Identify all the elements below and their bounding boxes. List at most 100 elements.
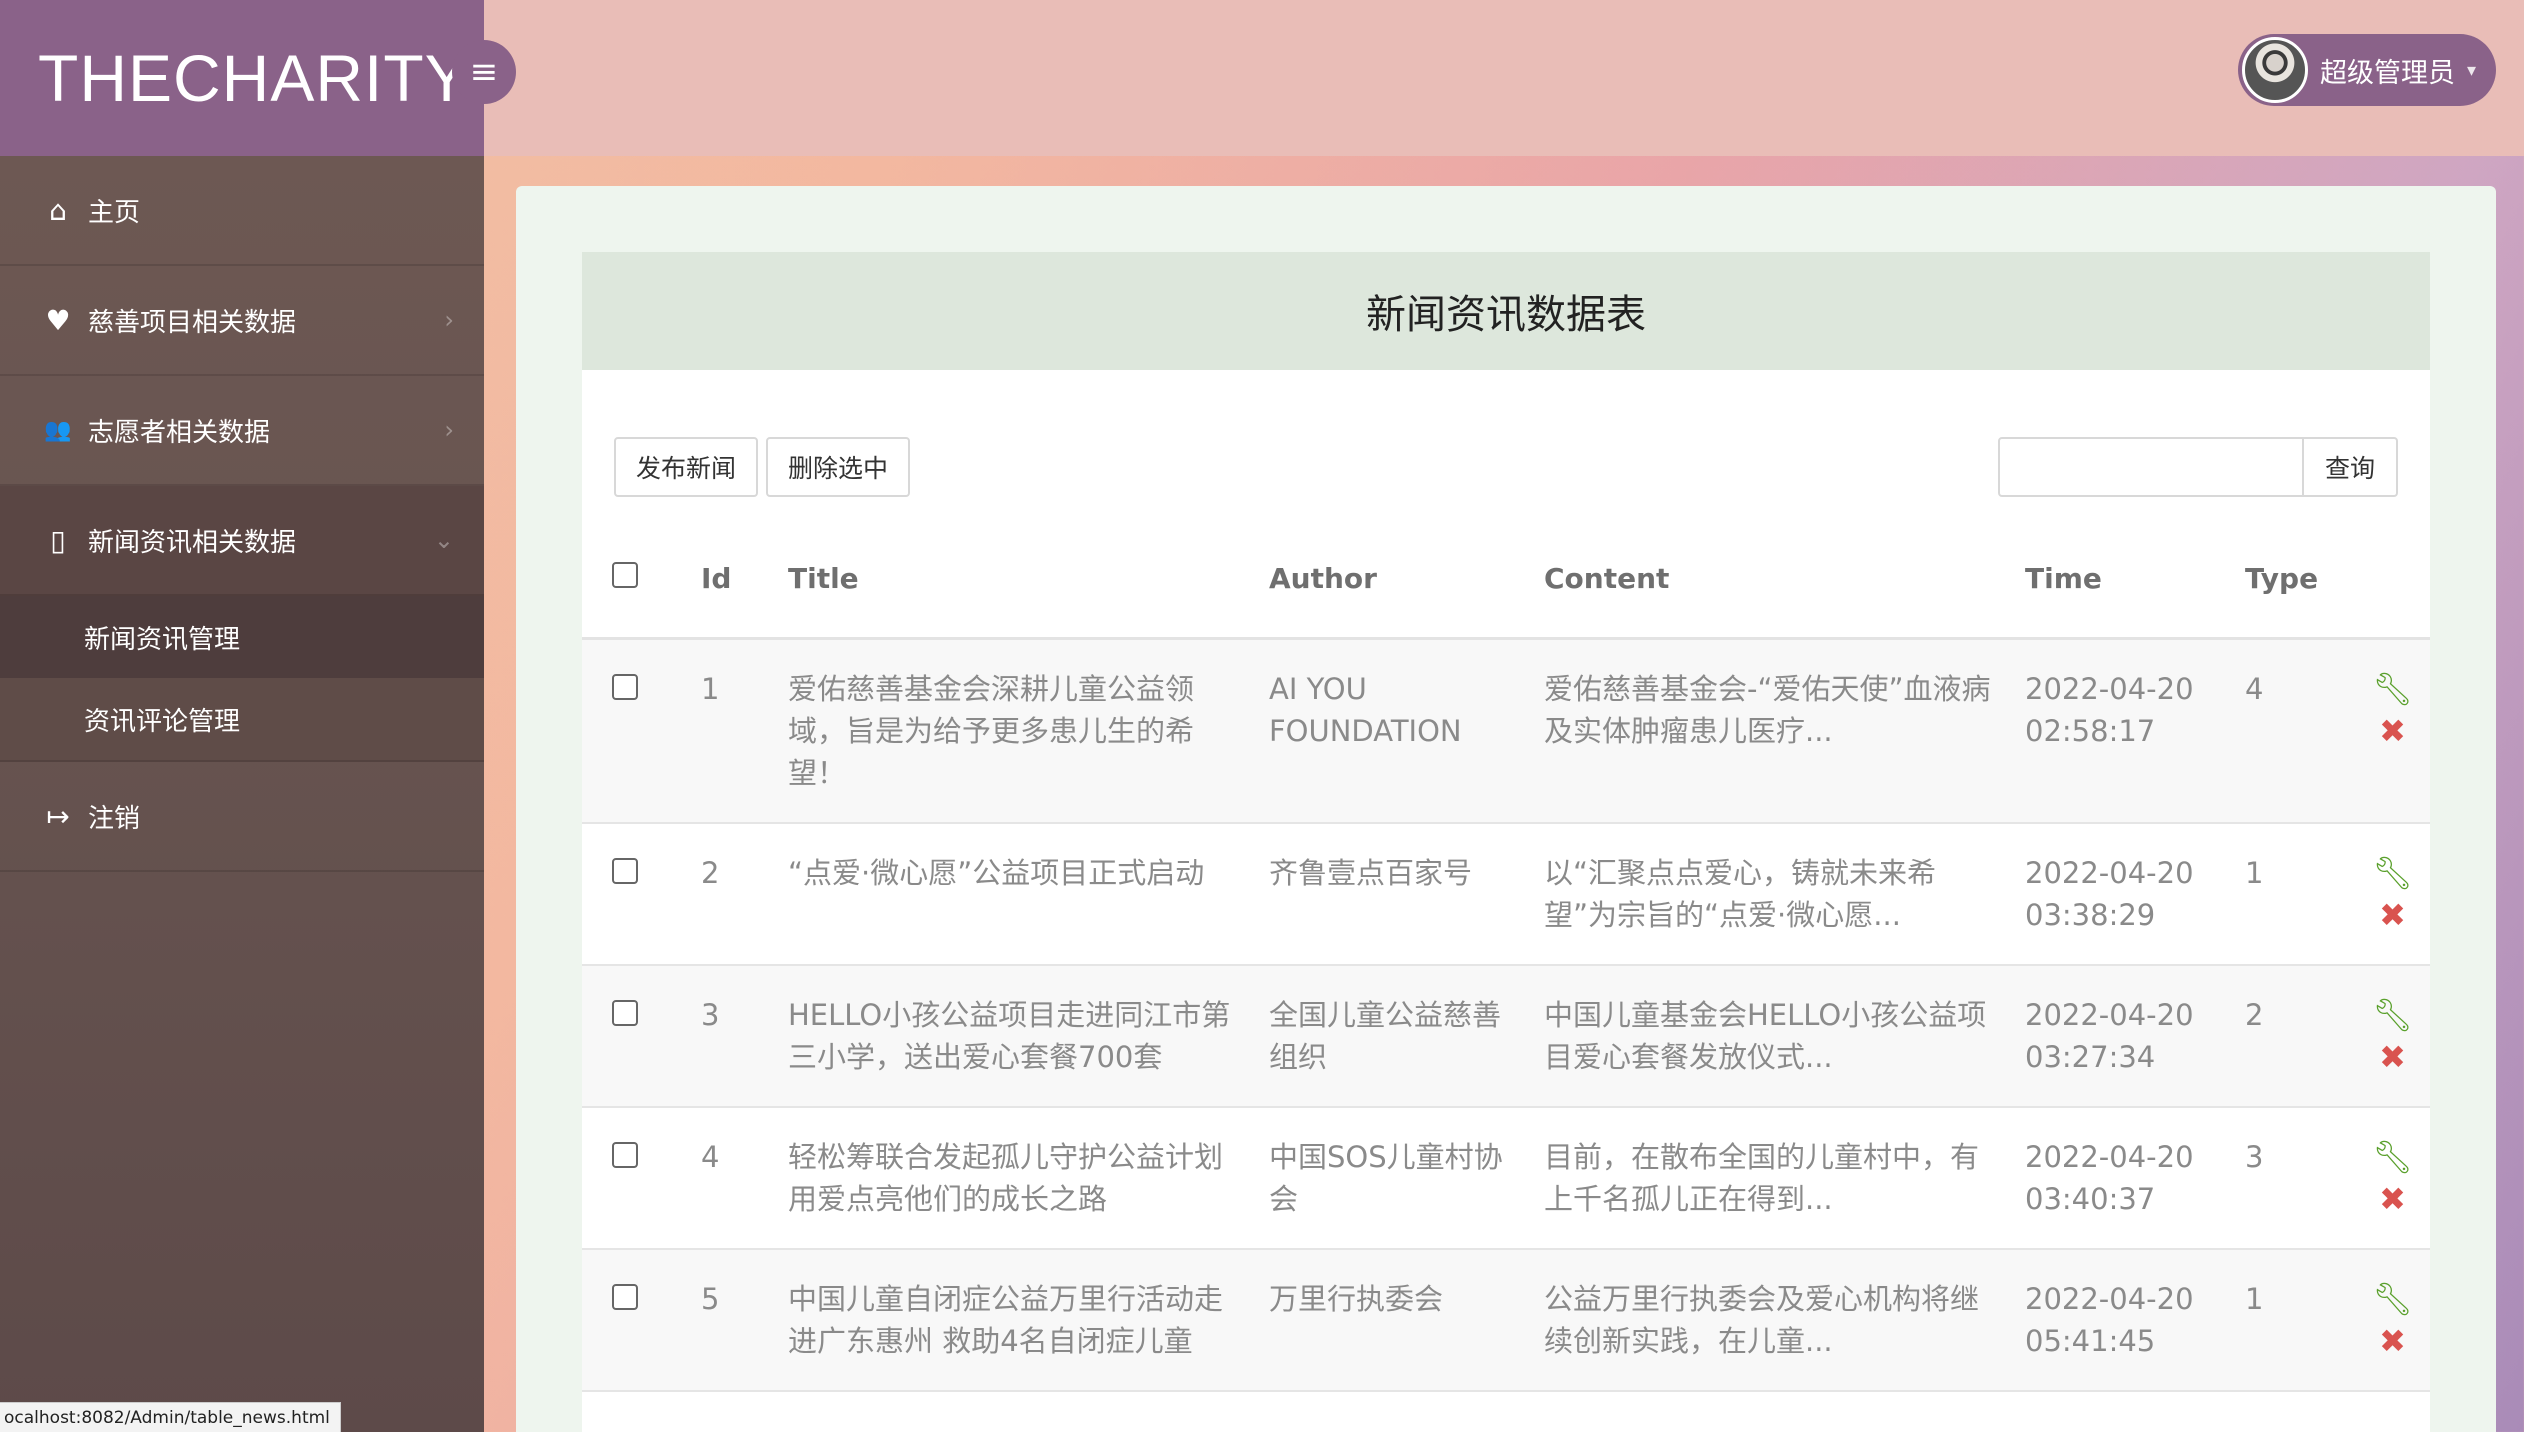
cell-content: 以“汇聚点点爱心，铸就未来希望”为宗旨的“点爱·微心愿... [1544,855,1937,932]
row-checkbox[interactable] [612,1141,638,1168]
sidebar-item-label: 注销 [88,803,141,834]
cell-title: HELLO小孩公益项目走进同江市第三小学，送出爱心套餐700套 [788,964,1269,1108]
delete-x-icon[interactable]: ✖ [2379,894,2406,936]
cell-type: 3 [2245,1106,2355,1250]
users-icon: 👥 [44,417,72,443]
column-header-content[interactable]: Content [1544,520,2025,640]
sidebar-item-label: 志愿者相关数据 [88,417,271,448]
cell-author: AI YOU FOUNDATION [1269,638,1544,824]
cell-type: 2 [2245,964,2355,1108]
table-row: 3 HELLO小孩公益项目走进同江市第三小学，送出爱心套餐700套 全国儿童公益… [582,964,2430,1108]
cell-clock: 03:27:34 [2025,1039,2156,1074]
content-card: 新闻资讯数据表 发布新闻 删除选中 查询 Id Title Author Con… [516,186,2496,1432]
menu-toggle-icon[interactable]: ≡ [452,40,516,104]
cell-type: 1 [2245,822,2355,966]
column-header-type[interactable]: Type [2245,520,2355,640]
chevron-right-icon: › [444,416,454,444]
sidebar-subitem-news-management[interactable]: 新闻资讯管理 [0,596,484,678]
row-checkbox[interactable] [612,1283,638,1310]
edit-wrench-icon[interactable]: 🔧︎ [2372,1136,2413,1178]
caret-down-icon: ▾ [2467,59,2477,81]
brand-logo[interactable]: THECHARITY [0,0,484,156]
cell-title: 中国儿童自闭症公益万里行活动走进广东惠州 救助4名自闭症儿童 [788,1248,1269,1392]
cell-author: 万里行执委会 [1269,1248,1544,1392]
cell-id: 3 [701,964,788,1108]
cell-type: 4 [2245,638,2355,824]
page-title: 新闻资讯数据表 [582,252,2430,370]
heart-icon: ♥ [45,303,71,337]
table-row: 4 轻松筹联合发起孤儿守护公益计划 用爱点亮他们的成长之路 中国SOS儿童村协会… [582,1106,2430,1250]
chevron-right-icon: › [444,306,454,334]
sidebar-item-charity-projects[interactable]: ♥ 慈善项目相关数据 › [0,266,484,376]
sidebar-item-label: 主页 [88,197,141,228]
delete-selected-button[interactable]: 删除选中 [766,437,911,497]
cell-date: 2022-04-20 [2025,997,2194,1032]
cell-type: 1 [2245,1248,2355,1392]
cell-content: 中国儿童基金会HELLO小孩公益项目爱心套餐发放仪式... [1544,997,1987,1074]
chevron-down-icon: ⌄ [433,526,454,554]
cell-clock: 03:38:29 [2025,897,2156,932]
sidebar-item-volunteers[interactable]: 👥 志愿者相关数据 › [0,376,484,486]
table-row: 5 中国儿童自闭症公益万里行活动走进广东惠州 救助4名自闭症儿童 万里行执委会 … [582,1248,2430,1392]
sidebar-subitem-label: 新闻资讯管理 [84,624,241,655]
home-icon: ⌂ [49,193,67,227]
table-toolbar: 发布新闻 删除选中 查询 [582,370,2430,520]
publish-news-button[interactable]: 发布新闻 [614,437,759,497]
tablet-icon: ▯ [50,523,66,557]
table-row: 2 “点爱·微心愿”公益项目正式启动 齐鲁壹点百家号 以“汇聚点点爱心，铸就未来… [582,822,2430,966]
cell-date: 2022-04-20 [2025,1281,2194,1316]
sidebar-subitem-label: 资讯评论管理 [84,706,241,737]
sidebar-item-label: 慈善项目相关数据 [88,307,297,338]
edit-wrench-icon[interactable]: 🔧︎ [2372,668,2413,710]
search-button[interactable]: 查询 [2302,437,2398,497]
top-header: 超级管理员 ▾ [484,0,2524,156]
user-menu[interactable]: 超级管理员 ▾ [2238,34,2496,106]
cell-clock: 05:41:45 [2025,1323,2156,1358]
sidebar-item-label: 新闻资讯相关数据 [88,527,297,558]
sidebar-subitem-comment-management[interactable]: 资讯评论管理 [0,678,484,760]
cell-id: 2 [701,822,788,966]
cell-clock: 02:58:17 [2025,713,2156,748]
sign-out-icon: ↦ [46,799,70,833]
user-name: 超级管理员 [2320,57,2455,89]
cell-id: 5 [701,1248,788,1392]
sidebar-item-logout[interactable]: ↦ 注销 [0,762,484,872]
row-checkbox[interactable] [612,673,638,700]
cell-date: 2022-04-20 [2025,1139,2194,1174]
table-panel: 新闻资讯数据表 发布新闻 删除选中 查询 Id Title Author Con… [582,252,2430,1432]
status-bar-url: ocalhost:8082/Admin/table_news.html [0,1402,341,1432]
delete-x-icon[interactable]: ✖ [2379,1178,2406,1220]
cell-date: 2022-04-20 [2025,855,2194,890]
delete-x-icon[interactable]: ✖ [2379,710,2406,752]
cell-title: 爱佑慈善基金会深耕儿童公益领域，旨是为给予更多患儿生的希望！ [788,638,1269,824]
edit-wrench-icon[interactable]: 🔧︎ [2372,994,2413,1036]
column-header-id[interactable]: Id [701,520,788,640]
select-all-checkbox[interactable] [612,561,638,588]
sidebar-item-news[interactable]: ▯ 新闻资讯相关数据 ⌄ [0,486,484,596]
search-input[interactable] [1998,437,2304,497]
delete-x-icon[interactable]: ✖ [2379,1036,2406,1078]
cell-title: 轻松筹联合发起孤儿守护公益计划 用爱点亮他们的成长之路 [788,1106,1269,1250]
news-table: Id Title Author Content Time Type 1 爱佑慈善… [582,520,2430,1392]
delete-x-icon[interactable]: ✖ [2379,1320,2406,1362]
cell-date: 2022-04-20 [2025,671,2194,706]
cell-content: 爱佑慈善基金会-“爱佑天使”血液病及实体肿瘤患儿医疗... [1544,671,1991,748]
cell-author: 齐鲁壹点百家号 [1269,822,1544,966]
table-row: 1 爱佑慈善基金会深耕儿童公益领域，旨是为给予更多患儿生的希望！ AI YOU … [582,638,2430,824]
sidebar-submenu: 新闻资讯管理 资讯评论管理 [0,596,484,762]
edit-wrench-icon[interactable]: 🔧︎ [2372,1278,2413,1320]
column-header-title[interactable]: Title [788,520,1269,640]
sidebar-item-home[interactable]: ⌂ 主页 [0,156,484,266]
cell-author: 全国儿童公益慈善组织 [1269,964,1544,1108]
column-header-time[interactable]: Time [2025,520,2245,640]
avatar [2242,37,2308,103]
column-header-author[interactable]: Author [1269,520,1544,640]
edit-wrench-icon[interactable]: 🔧︎ [2372,852,2413,894]
row-checkbox[interactable] [612,857,638,884]
row-checkbox[interactable] [612,999,638,1026]
cell-id: 1 [701,638,788,824]
cell-title: “点爱·微心愿”公益项目正式启动 [788,822,1269,966]
sidebar: ⌂ 主页 ♥ 慈善项目相关数据 › 👥 志愿者相关数据 › ▯ 新闻资讯相关数据… [0,156,484,1432]
table-header-row: Id Title Author Content Time Type [582,520,2430,640]
cell-content: 目前，在散布全国的儿童村中，有上千名孤儿正在得到... [1544,1139,1980,1216]
